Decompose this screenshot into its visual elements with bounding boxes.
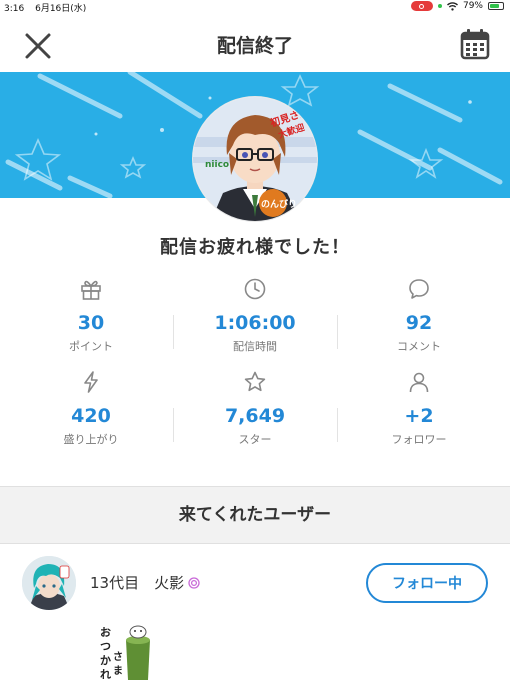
avatar-illustration: 初見さん 大歓迎 niico のんびり — [193, 97, 317, 221]
stat-points: 30 ポイント — [6, 275, 176, 361]
battery-percent: 79% — [462, 1, 483, 11]
stat-followers: +2 フォロワー — [334, 368, 504, 454]
header-bar: 配信終了 — [0, 14, 510, 72]
svg-text:niico: niico — [205, 160, 229, 170]
svg-text:つ: つ — [100, 640, 111, 653]
stat-divider — [173, 315, 174, 349]
visitors-section-header: 来てくれたユーザー — [0, 486, 510, 544]
visitors-title: 来てくれたユーザー — [178, 505, 332, 525]
stat-comments: 92 コメント — [334, 275, 504, 361]
finish-message: 配信お疲れ様でした！ — [160, 237, 350, 258]
status-right: 79% — [410, 1, 504, 11]
status-time: 3:16 — [4, 4, 25, 14]
spiral-icon — [188, 576, 200, 589]
avatar[interactable] — [22, 556, 76, 610]
svg-text:のんびり: のんびり — [261, 198, 297, 210]
clock-icon — [244, 278, 266, 300]
stats-grid: 30 ポイント 1:06:00 配信時間 92 コメント 420 盛り上がり 7… — [0, 275, 510, 465]
person-icon — [409, 372, 429, 393]
stat-value: 1:06:00 — [214, 312, 296, 334]
gift-icon — [81, 280, 101, 300]
stat-divider — [337, 408, 338, 442]
otsukaresama-sticker: お つ か れ さ ま — [100, 625, 150, 680]
stat-excitement: 420 盛り上がり — [6, 368, 176, 454]
stat-duration: 1:06:00 配信時間 — [170, 275, 340, 361]
status-bar: 3:16 6月16日(水) 79% — [0, 0, 510, 14]
stat-divider — [173, 408, 174, 442]
visitor-row[interactable]: 13代目 火影 フォロー中 お つ か れ さ ま — [0, 545, 510, 680]
battery-icon — [488, 2, 504, 10]
svg-text:ま: ま — [113, 665, 123, 677]
stat-value: 7,649 — [224, 405, 286, 427]
stat-value: 30 — [77, 312, 105, 334]
camera-indicator-icon — [437, 4, 442, 8]
calendar-icon — [460, 29, 490, 60]
svg-text:お: お — [100, 626, 111, 639]
stat-label: 盛り上がり — [63, 433, 119, 446]
page-title: 配信終了 — [216, 35, 293, 57]
svg-text:れ: れ — [100, 668, 111, 680]
stat-value: 92 — [405, 312, 433, 334]
broadcaster-avatar: 初見さん 大歓迎 niico のんびり — [193, 97, 317, 221]
star-icon — [244, 371, 266, 392]
stat-label: 配信時間 — [233, 340, 277, 353]
svg-text:さ: さ — [113, 651, 123, 663]
status-date: 6月16日(水) — [35, 4, 87, 14]
calendar-button[interactable] — [460, 28, 490, 60]
wifi-icon — [446, 1, 458, 11]
stat-label: ポイント — [69, 340, 113, 353]
stat-label: フォロワー — [391, 433, 447, 446]
svg-text:か: か — [100, 654, 111, 667]
status-left: 3:16 6月16日(水) — [4, 1, 94, 14]
stat-stars: 7,649 スター — [170, 368, 340, 454]
stat-value: 420 — [71, 405, 111, 427]
comment-icon — [409, 279, 429, 299]
user-avatar-illustration — [22, 556, 76, 610]
stat-label: スター — [238, 433, 272, 446]
stat-value: +2 — [404, 405, 434, 427]
visitor-name-text: 13代目 火影 — [90, 574, 185, 592]
following-button[interactable]: フォロー中 — [366, 563, 488, 603]
stat-divider — [337, 315, 338, 349]
lightning-icon — [84, 371, 98, 393]
stat-label: コメント — [397, 340, 441, 353]
visitor-name: 13代目 火影 — [90, 572, 200, 593]
screen-record-icon — [410, 1, 433, 11]
